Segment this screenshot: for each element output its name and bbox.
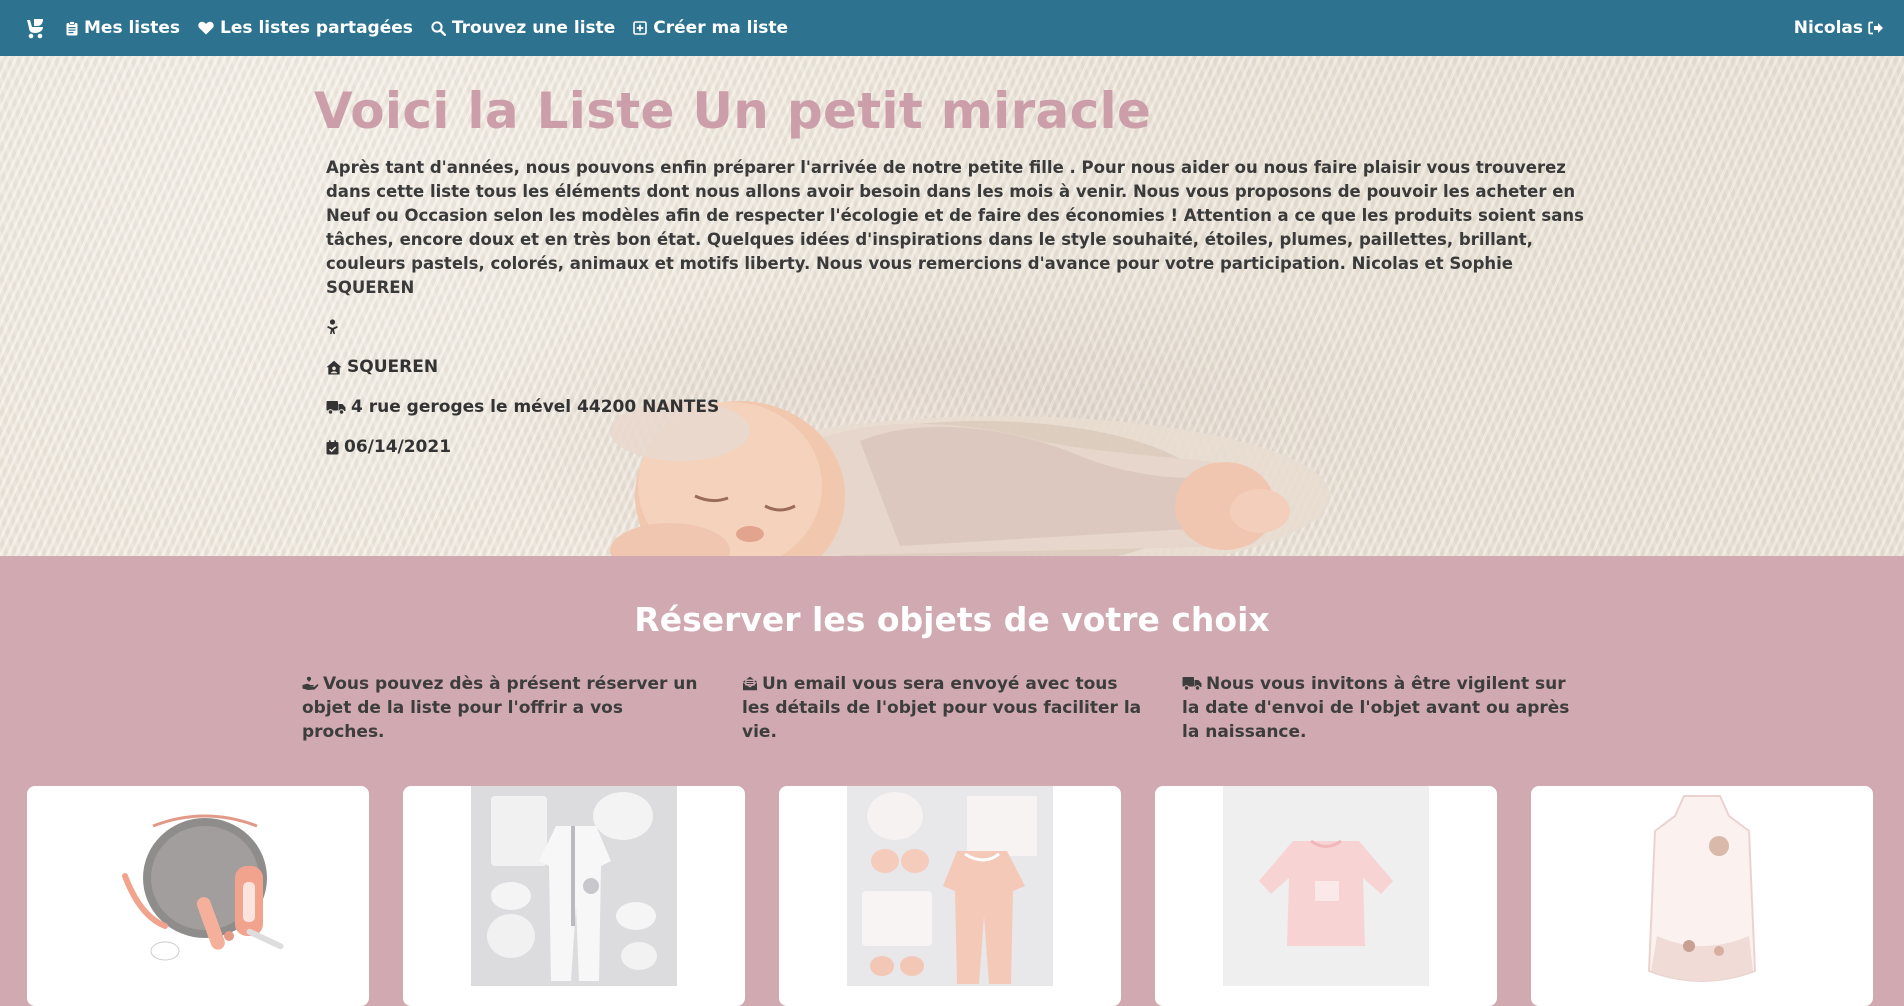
product-card[interactable] (403, 786, 745, 1006)
address-info: 4 rue geroges le mével 44200 NANTES (326, 394, 1594, 420)
feature-reserve-text: Vous pouvez dès à présent réserver un ob… (302, 674, 698, 742)
feature-delivery: Nous vous invitons à être vigilent sur l… (1182, 672, 1582, 744)
feature-email-text: Un email vous sera envoyé avec tous les … (742, 674, 1142, 742)
clipboard-icon (66, 20, 78, 35)
baby-carriage-icon[interactable] (20, 13, 50, 43)
family-name-info: SQUEREN (326, 354, 1594, 380)
envelope-open-icon (742, 676, 758, 691)
truck-icon (326, 400, 346, 415)
user-name: Nicolas (1793, 18, 1863, 38)
hero-banner: Voici la Liste Un petit miracle Après ta… (0, 56, 1904, 556)
white-pajama-set-image (471, 786, 677, 986)
address: 4 rue geroges le mével 44200 NANTES (351, 397, 720, 417)
list-description: Après tant d'années, nous pouvons enfin … (326, 158, 1584, 297)
section-title: Réserver les objets de votre choix (634, 600, 1270, 639)
feature-reserve: Vous pouvez dès à présent réserver un ob… (302, 672, 702, 744)
house-user-icon (326, 360, 342, 374)
sleeping-bag-image (1599, 786, 1805, 986)
pink-pajama-set-image (847, 786, 1053, 986)
date-info: 06/14/2021 (326, 434, 1594, 460)
top-navbar: Mes listes Les listes partagées Trouvez … (0, 0, 1904, 56)
sign-out-icon (1868, 21, 1883, 35)
nav-creer-liste-label: Créer ma liste (653, 18, 789, 38)
birth-date: 06/14/2021 (344, 437, 452, 457)
feature-email: Un email vous sera envoyé avec tous les … (742, 672, 1142, 744)
calendar-check-icon (326, 439, 339, 454)
product-card[interactable] (1531, 786, 1873, 1006)
plus-square-icon (633, 21, 648, 35)
heart-icon (198, 21, 214, 35)
gender-info (326, 314, 1594, 340)
nav-trouvez-liste[interactable]: Trouvez une liste (431, 18, 615, 38)
user-menu[interactable]: Nicolas (1794, 0, 1884, 56)
nav-listes-partagees[interactable]: Les listes partagées (198, 18, 413, 38)
nav-listes-partagees-label: Les listes partagées (220, 18, 413, 38)
nav-creer-liste[interactable]: Créer ma liste (633, 18, 788, 38)
product-card[interactable] (779, 786, 1121, 1006)
hand-holding-heart-icon (302, 676, 319, 690)
nav-mes-listes-label: Mes listes (84, 18, 181, 38)
hero-content: Voici la Liste Un petit miracle Après ta… (314, 56, 1594, 460)
truck-icon (1182, 677, 1202, 691)
search-icon (431, 20, 446, 36)
feature-delivery-text: Nous vous invitons à être vigilent sur l… (1182, 674, 1570, 742)
baby-care-kit-image (95, 786, 301, 986)
product-card[interactable] (1155, 786, 1497, 1006)
baby-icon (327, 319, 338, 334)
product-card[interactable] (27, 786, 369, 1006)
family-name: SQUEREN (347, 357, 439, 377)
list-title: Voici la Liste Un petit miracle (314, 82, 1152, 140)
nav-mes-listes[interactable]: Mes listes (66, 18, 180, 38)
nav-trouvez-liste-label: Trouvez une liste (451, 18, 616, 38)
pink-sweater-image (1223, 786, 1429, 986)
